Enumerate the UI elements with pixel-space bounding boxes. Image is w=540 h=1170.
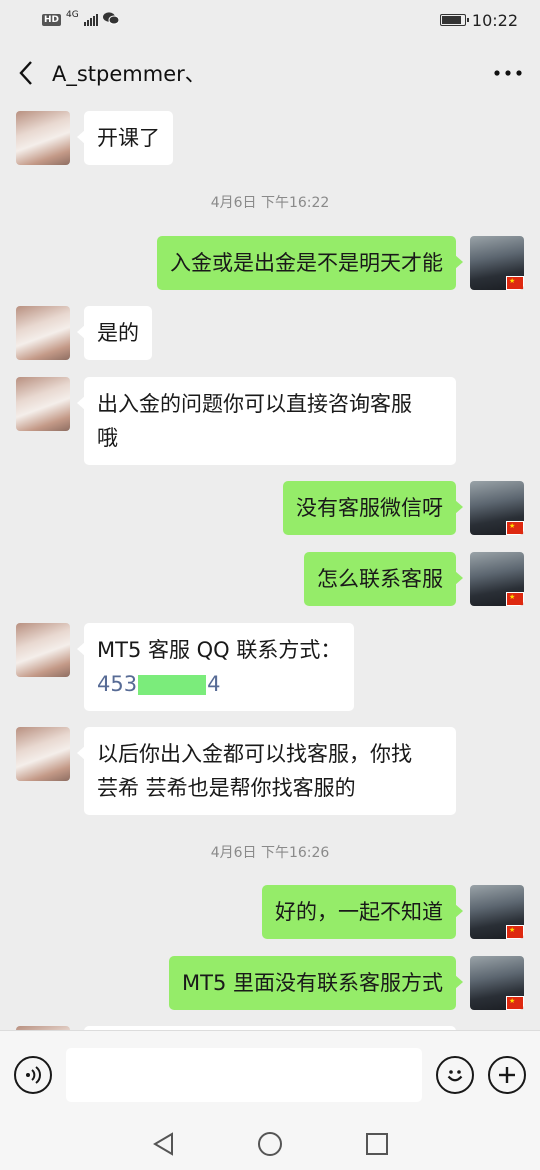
message-bubble[interactable]: 好的，一起不知道 — [262, 885, 463, 939]
message-text: 入金或是出金是不是明天才能 — [170, 251, 443, 275]
message-bubble[interactable]: 没有客服微信呀 — [283, 481, 463, 535]
message-text: 是的 — [97, 321, 139, 345]
chevron-left-icon — [19, 61, 32, 85]
nav-home-button[interactable] — [250, 1124, 290, 1164]
chat-title: A_stpemmer、 — [52, 62, 206, 86]
message-text: 好的，一起不知道 — [275, 900, 443, 924]
china-flag-icon — [506, 592, 524, 606]
network-label: 4G — [66, 9, 79, 20]
plus-button[interactable] — [488, 1055, 526, 1094]
message-row: 好的，一起不知道 — [262, 885, 524, 939]
contact-avatar[interactable] — [16, 111, 70, 165]
message-row: MT5 里面没有联系客服方式 — [169, 956, 524, 1010]
message-row: 开课了 — [16, 111, 173, 165]
china-flag-icon — [506, 521, 524, 535]
input-bar — [0, 1030, 540, 1118]
circle-home-icon — [257, 1132, 282, 1156]
qq-link-end[interactable]: 4 — [207, 672, 220, 696]
message-bubble[interactable]: 怎么联系客服 — [304, 552, 463, 606]
message-row: 入金或是出金是不是明天才能 — [157, 236, 524, 290]
message-bubble[interactable]: 是的 — [77, 306, 152, 360]
message-bubble[interactable]: 出入金的问题你可以直接咨询客服 哦 — [77, 377, 456, 465]
message-bubble[interactable]: 以后你出入金都可以找客服，你找 芸希 芸希也是帮你找客服的 — [77, 727, 456, 815]
voice-icon — [26, 1065, 41, 1084]
self-avatar[interactable] — [470, 956, 524, 1010]
redaction-mask — [138, 675, 207, 695]
status-right: 10:22 — [439, 10, 518, 30]
system-nav-bar — [0, 1118, 540, 1170]
message-input[interactable] — [66, 1047, 422, 1102]
self-avatar[interactable] — [470, 552, 524, 606]
contact-avatar[interactable] — [16, 727, 70, 781]
message-text: 出入金的问题你可以直接咨询客服 — [97, 392, 412, 416]
chat-area[interactable]: 开课了 4月6日 下午16:22 入金或是出金是不是明天才能 是的 出入金的问题… — [0, 106, 540, 1030]
battery-icon — [439, 14, 469, 26]
message-text: 哦 — [97, 426, 118, 450]
message-text: 以后你出入金都可以找客服，你找 — [97, 742, 412, 766]
message-bubble[interactable]: MT5 里面没有联系客服方式 — [169, 956, 463, 1010]
nav-bar: A_stpemmer、 — [0, 40, 540, 106]
message-row: 以后你出入金都可以找客服，你找 芸希 芸希也是帮你找客服的 — [16, 727, 456, 815]
status-bar: HD 4G 10:22 — [0, 0, 540, 40]
message-text: 开课了 — [97, 126, 160, 150]
timestamp: 4月6日 下午16:22 — [210, 195, 330, 211]
qq-link-start[interactable]: 453 — [97, 672, 137, 696]
voice-button[interactable] — [14, 1055, 52, 1094]
self-avatar[interactable] — [470, 885, 524, 939]
message-bubble[interactable]: 开课了 — [77, 111, 173, 165]
message-bubble[interactable]: MT5 客服 QQ 联系方式： 453 4 — [76, 623, 355, 711]
more-dots-icon — [494, 70, 522, 76]
message-text: MT5 里面没有联系客服方式 — [182, 971, 443, 995]
wechat-notification-icon — [102, 11, 120, 29]
message-text: 怎么联系客服 — [317, 567, 443, 591]
contact-avatar[interactable] — [16, 377, 70, 431]
signal-icon — [83, 14, 98, 26]
qq-number[interactable]: 453 4 — [97, 667, 341, 701]
triangle-back-icon — [153, 1132, 174, 1156]
hd-badge: HD — [42, 14, 62, 26]
china-flag-icon — [506, 276, 524, 290]
china-flag-icon — [506, 996, 524, 1010]
message-text: 芸希 芸希也是帮你找客服的 — [97, 776, 356, 800]
self-avatar[interactable] — [470, 481, 524, 535]
message-row: 怎么联系客服 — [304, 552, 524, 606]
china-flag-icon — [506, 925, 524, 939]
message-bubble[interactable]: 入金或是出金是不是明天才能 — [157, 236, 463, 290]
message-row: 出入金的问题你可以直接咨询客服 哦 — [16, 377, 456, 465]
timestamp: 4月6日 下午16:26 — [210, 845, 330, 861]
contact-avatar[interactable] — [16, 306, 70, 360]
emoji-button[interactable] — [436, 1055, 474, 1094]
message-row: 没有客服微信呀 — [283, 481, 524, 535]
message-text: 没有客服微信呀 — [296, 496, 443, 520]
status-left: HD 4G — [42, 9, 120, 29]
message-row: MT5 客服 QQ 联系方式： 453 4 — [16, 623, 355, 711]
plus-icon — [499, 1066, 515, 1083]
more-button[interactable] — [476, 40, 540, 106]
contact-avatar[interactable] — [16, 623, 70, 677]
emoji-icon — [447, 1069, 463, 1081]
self-avatar[interactable] — [470, 236, 524, 290]
nav-back-button[interactable] — [143, 1124, 183, 1164]
back-button[interactable] — [0, 40, 52, 106]
message-text: MT5 客服 QQ 联系方式： — [97, 638, 342, 662]
clock: 10:22 — [471, 10, 518, 30]
square-recent-icon — [365, 1133, 388, 1155]
nav-recent-button[interactable] — [357, 1124, 397, 1164]
message-row: 是的 — [16, 306, 152, 360]
